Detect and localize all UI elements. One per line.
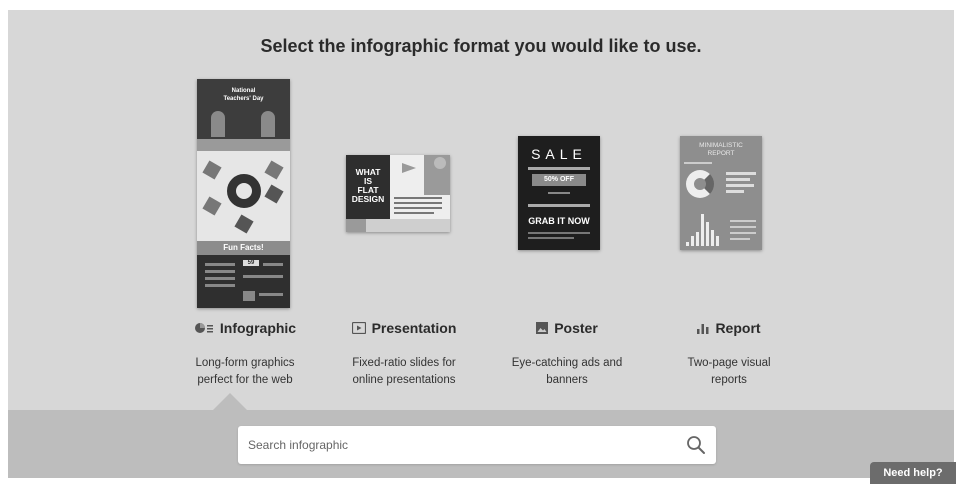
format-description: Two-page visual reports: [644, 355, 814, 389]
search-icon[interactable]: [686, 435, 706, 460]
format-description: Long-form graphics perfect for the web: [160, 355, 330, 389]
desc-line: Long-form graphics: [195, 357, 295, 369]
thumb-text: Teachers' Day: [223, 96, 264, 102]
desc-line: online presentations: [352, 374, 456, 386]
need-help-button[interactable]: Need help?: [870, 462, 956, 484]
selected-format-indicator: [213, 393, 247, 410]
thumb-text: National: [231, 88, 256, 94]
desc-line: banners: [546, 374, 588, 386]
thumb-text: DESIGN: [351, 194, 385, 204]
format-label-text: Presentation: [371, 320, 457, 336]
desc-line: perfect for the web: [197, 374, 293, 386]
report-thumbnail[interactable]: MINIMALISTIC REPORT: [680, 136, 762, 250]
presentation-thumbnail[interactable]: WHAT IS FLAT DESIGN: [346, 155, 450, 232]
format-label-text: Infographic: [219, 320, 297, 336]
search-box[interactable]: [238, 426, 716, 464]
thumb-text: REPORT: [707, 150, 735, 157]
thumb-text: 59: [243, 260, 259, 266]
thumb-text: GRAB IT NOW: [528, 216, 590, 226]
poster-thumbnail[interactable]: SALE 50% OFF GRAB IT NOW: [518, 136, 600, 250]
format-description: Fixed-ratio slides for online presentati…: [319, 355, 489, 389]
thumb-text: 50% OFF: [544, 176, 574, 183]
thumb-text: Fun Facts!: [223, 243, 264, 252]
format-label-text: Poster: [554, 320, 598, 336]
desc-line: Fixed-ratio slides for: [352, 357, 456, 369]
page-title: Select the infographic format you would …: [260, 36, 702, 56]
format-label-text: Report: [715, 320, 761, 336]
desc-line: Eye-catching ads and: [511, 357, 623, 369]
infographic-thumbnail[interactable]: National Teachers' Day Fun Facts! 59: [197, 79, 290, 308]
report-icon: [697, 322, 709, 334]
thumb-text: MINIMALISTIC: [699, 142, 743, 149]
infographic-icon: [194, 322, 214, 334]
format-selection-panel: Select the infographic format you would …: [8, 10, 954, 410]
format-label-report[interactable]: Report: [644, 320, 814, 336]
desc-line: reports: [711, 374, 747, 386]
format-description: Eye-catching ads and banners: [482, 355, 652, 389]
format-label-presentation[interactable]: Presentation: [319, 320, 489, 336]
poster-icon: [536, 322, 549, 334]
thumb-text: SALE: [531, 146, 587, 162]
search-input[interactable]: [238, 426, 668, 464]
format-label-poster[interactable]: Poster: [482, 320, 652, 336]
presentation-icon: [351, 322, 366, 334]
desc-line: Two-page visual: [687, 357, 771, 369]
format-label-infographic[interactable]: Infographic: [160, 320, 330, 336]
